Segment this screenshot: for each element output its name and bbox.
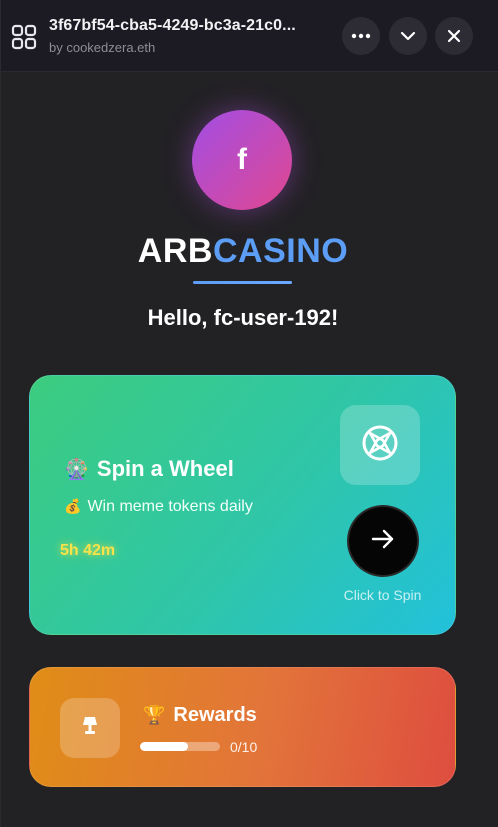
more-dots-icon — [351, 33, 371, 39]
rewards-card[interactable]: 🏆 Rewards 0/10 — [29, 667, 456, 787]
chevron-down-icon — [400, 31, 416, 41]
rewards-progress-bar — [140, 742, 220, 751]
more-options-button[interactable] — [342, 17, 380, 55]
rewards-progress-fill — [140, 742, 188, 751]
app-title: 3f67bf54-cba5-4249-bc3a-21c0... — [49, 17, 296, 34]
apps-grid-icon[interactable] — [11, 24, 37, 50]
spin-title: 🎡 Spin a Wheel — [64, 456, 234, 482]
spin-subtitle: 💰 Win meme tokens daily — [64, 498, 253, 516]
mini-app-window: 3f67bf54-cba5-4249-bc3a-21c0... by cooke… — [0, 0, 498, 827]
wheel-icon — [360, 423, 400, 468]
spin-timer: 5h 42m — [60, 542, 116, 559]
trophy-emoji: 🏆 — [143, 705, 166, 726]
spin-subtitle-text: Win meme tokens daily — [87, 498, 253, 515]
title-bar: 3f67bf54-cba5-4249-bc3a-21c0... by cooke… — [1, 0, 498, 72]
avatar: f — [192, 110, 292, 210]
brand-part-1: ARB — [137, 232, 213, 270]
spin-button[interactable] — [347, 505, 419, 577]
spin-wheel-card[interactable]: 🎡 Spin a Wheel 💰 Win meme tokens daily 5h … — [29, 375, 456, 635]
spin-hint: Click to Spin — [343, 587, 422, 603]
rewards-progress-text: 0/10 — [230, 739, 258, 755]
rewards-title: 🏆 Rewards — [143, 704, 257, 727]
app-author: by cookedzera.eth — [49, 40, 156, 55]
collapse-button[interactable] — [389, 17, 427, 55]
arrow-right-icon — [371, 528, 395, 555]
lamp-icon-tile — [60, 698, 120, 758]
money-bag-emoji: 💰 — [64, 499, 82, 515]
wheel-icon-tile — [340, 405, 420, 485]
app-content: f ARBCASINO Hello, fc-user-192! 🎡 Spin a … — [1, 72, 498, 827]
close-icon — [447, 29, 461, 43]
greeting-text: Hello, fc-user-192! — [147, 305, 339, 330]
lamp-icon — [81, 715, 99, 742]
close-button[interactable] — [435, 17, 473, 55]
spin-title-text: Spin a Wheel — [96, 456, 234, 481]
ferris-wheel-emoji: 🎡 — [64, 457, 89, 481]
brand-logo: ARBCASINO — [1, 232, 485, 271]
brand-underline — [193, 281, 292, 284]
brand-part-2: CASINO — [212, 232, 349, 270]
rewards-title-text: Rewards — [173, 704, 257, 726]
